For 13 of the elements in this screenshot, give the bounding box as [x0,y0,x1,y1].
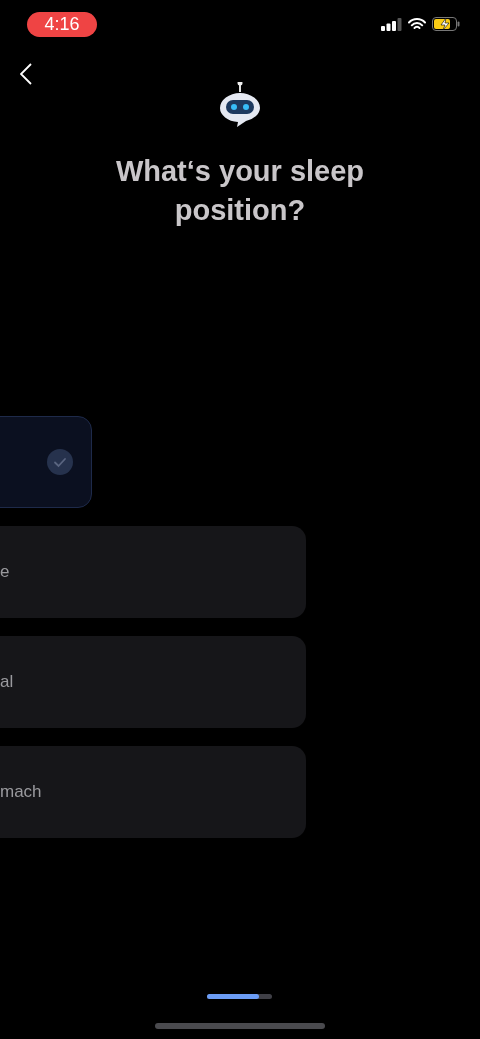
wifi-icon [408,17,426,31]
back-button[interactable] [20,62,34,86]
status-time: 4:16 [27,11,97,37]
option-card[interactable]: e [0,526,306,618]
signal-icon [381,17,402,31]
option-label: mach [0,781,42,804]
option-label: e [0,561,10,584]
question-title: What‘s your sleep position? [114,154,366,228]
check-icon [47,449,73,475]
battery-charging-icon [432,17,460,31]
option-card[interactable]: mach [0,746,306,838]
option-card[interactable]: al [0,636,306,728]
option-label: al [0,671,14,694]
